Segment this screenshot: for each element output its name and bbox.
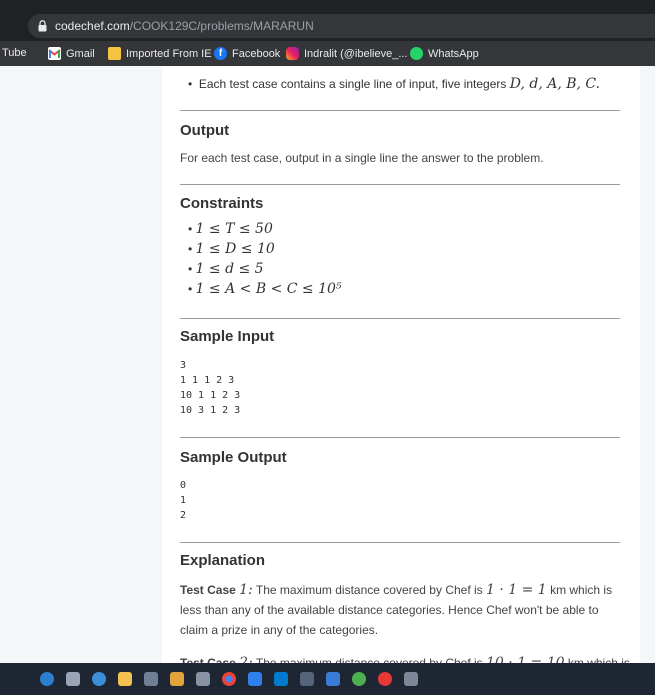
folder-icon [108,47,121,60]
constraint-math: 1 ≤ d ≤ 5 [195,261,264,277]
input-format-bullet: • Each test case contains a single line … [188,76,601,92]
explanation-heading: Explanation [180,552,266,569]
bookmark-gmail[interactable]: Gmail [48,47,95,60]
url-text: codechef.com/COOK129C/problems/MARARUN [55,19,314,33]
app-icon[interactable] [326,672,340,686]
gmail-icon [48,47,61,60]
input-vars-math: D, d, A, B, C. [509,76,601,92]
lock-icon [38,20,47,32]
sample-input-block: 3 1 1 1 2 3 10 1 1 2 3 10 3 1 2 3 [180,360,241,416]
facebook-icon: f [214,47,227,60]
bookmark-youtube[interactable]: Tube [2,47,27,59]
url-host: codechef.com [55,19,130,33]
vscode-icon[interactable] [274,672,288,686]
address-bar[interactable]: codechef.com/COOK129C/problems/MARARUN [28,14,655,38]
divider [180,184,620,185]
input-format-text: Each test case contains a single line of… [198,77,507,91]
constraint-math: 1 ≤ D ≤ 10 [195,241,275,257]
bookmark-label: Gmail [66,47,95,60]
bookmarks-bar: Tube Gmail Imported From IE f Facebook I… [0,41,655,67]
output-heading: Output [180,122,230,139]
sample-output-heading: Sample Output [180,449,287,466]
whatsapp-icon [410,47,423,60]
app-icon[interactable] [196,672,210,686]
bookmark-facebook[interactable]: f Facebook [214,47,280,60]
app-icon[interactable] [352,672,366,686]
divider [180,318,620,319]
constraint-math: 1 ≤ A < B < C ≤ 10⁵ [195,281,342,297]
test-case-number: 1: [239,582,253,598]
store-icon[interactable] [66,672,80,686]
edge-icon[interactable] [92,672,106,686]
app-icon[interactable] [170,672,184,686]
sample-input-heading: Sample Input [180,328,275,345]
taskbar [0,663,655,695]
bookmark-label: Tube [2,47,27,59]
sample-output-block: 0 1 2 [180,480,187,521]
app-icon[interactable] [144,672,158,686]
output-text: For each test case, output in a single l… [180,151,544,165]
test-case-label: Test Case [180,583,236,597]
bookmark-imported-from-ie[interactable]: Imported From IE [108,47,212,60]
constraint-item: • 1 ≤ T ≤ 50 [188,221,273,237]
constraint-item: • 1 ≤ D ≤ 10 [188,241,275,257]
explanation-math: 1 · 1 = 1 [486,582,547,598]
explanation-tc1-line3: claim a prize in any of the categories. [180,623,379,637]
constraint-math: 1 ≤ T ≤ 50 [195,221,273,237]
app-icon[interactable] [378,672,392,686]
explanation-text: km which is [550,583,613,597]
app-icon[interactable] [404,672,418,686]
chrome-icon[interactable] [222,672,236,686]
bookmark-label: WhatsApp [428,47,479,60]
bookmark-label: Imported From IE [126,47,212,60]
explanation-tc1-line2: less than any of the available distance … [180,603,599,617]
constraint-item: • 1 ≤ d ≤ 5 [188,261,264,277]
divider [180,437,620,438]
file-explorer-icon[interactable] [118,672,132,686]
bookmark-whatsapp[interactable]: WhatsApp [410,47,479,60]
browser-titlebar: codechef.com/COOK129C/problems/MARARUN [0,0,655,41]
divider [180,542,620,543]
constraint-item: • 1 ≤ A < B < C ≤ 10⁵ [188,281,342,297]
bookmark-instagram[interactable]: Indralit (@ibelieve_... [286,47,408,60]
bookmark-label: Indralit (@ibelieve_... [304,47,408,60]
page-content: • Each test case contains a single line … [0,66,655,671]
constraints-heading: Constraints [180,195,264,212]
bookmark-label: Facebook [232,47,281,60]
app-icon[interactable] [300,672,314,686]
url-path: /COOK129C/problems/MARARUN [129,19,314,33]
explanation-text: The maximum distance covered by Chef is [255,583,483,597]
instagram-icon [286,47,299,60]
app-icon[interactable] [248,672,262,686]
problem-card: • Each test case contains a single line … [162,66,640,671]
explanation-tc1-line1: Test Case 1: The maximum distance covere… [180,580,612,600]
search-icon[interactable] [40,672,54,686]
divider [180,110,620,111]
